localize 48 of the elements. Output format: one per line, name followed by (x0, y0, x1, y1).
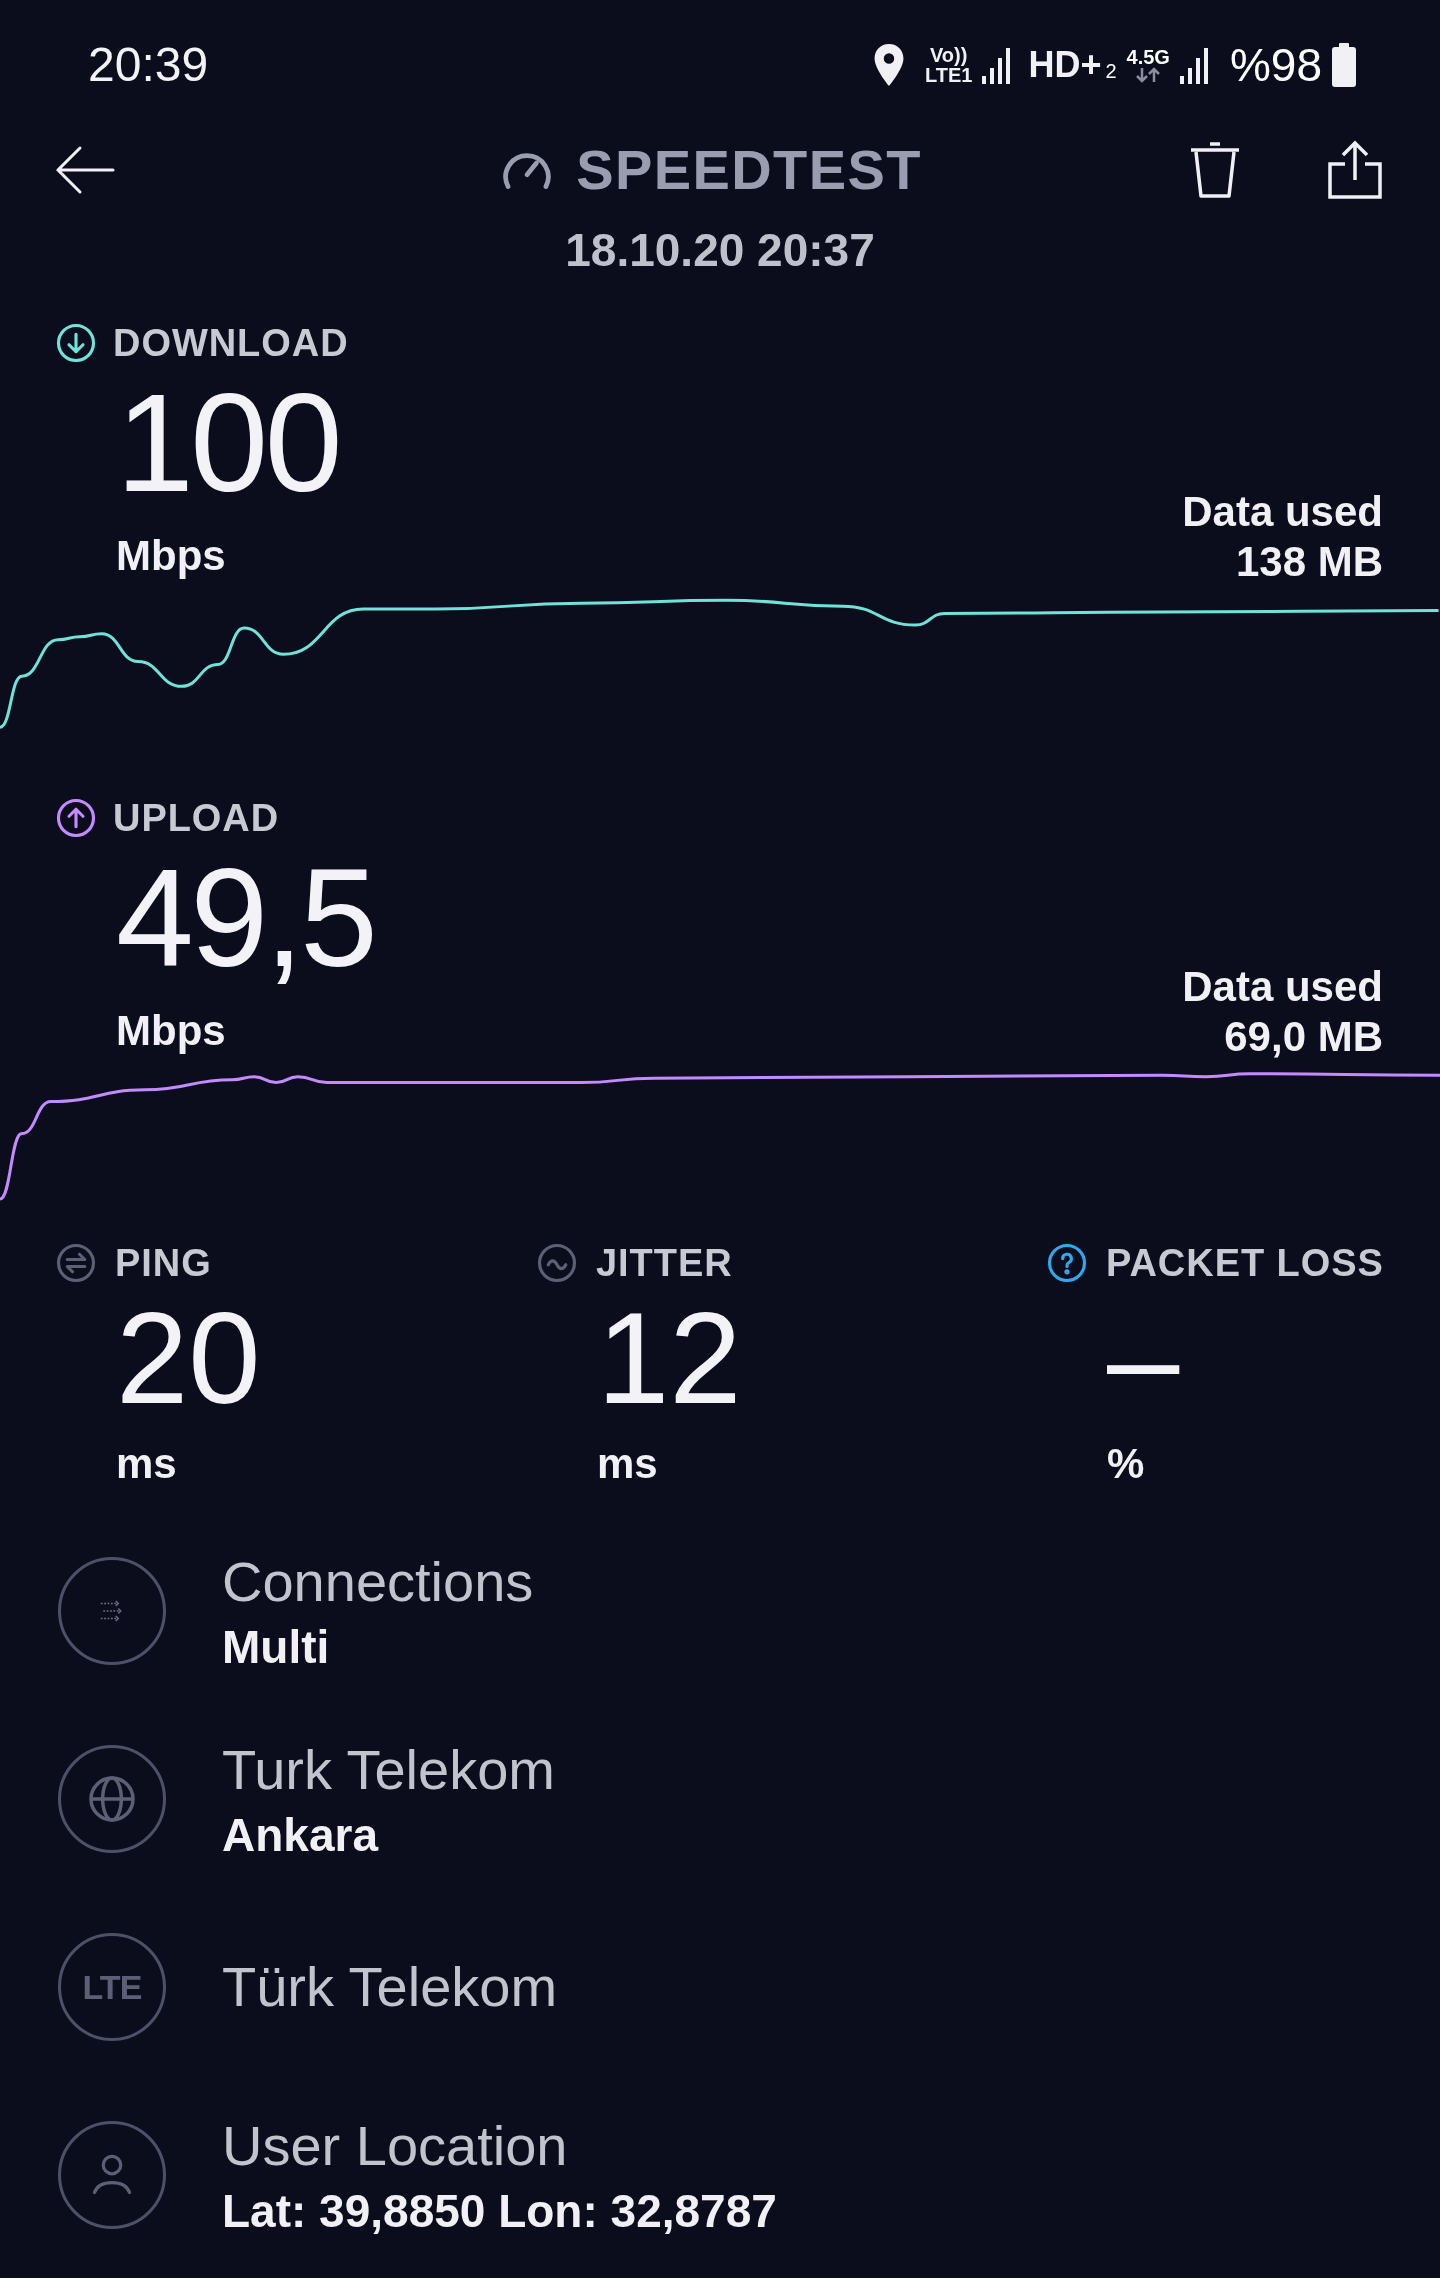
network-type-icon: LTE (58, 1933, 166, 2041)
data-used-value: 138 MB (1235, 537, 1383, 587)
speed-value: 49,5 (116, 843, 375, 993)
detail-value: Multi (222, 1620, 331, 1675)
detail-value: Lat: 39,8850 Lon: 32,8787 (222, 2184, 777, 2239)
sim-number: 2 (1105, 58, 1117, 84)
person-icon (58, 2121, 166, 2229)
globe-icon (58, 1745, 166, 1853)
speed-unit: Mbps (116, 531, 227, 581)
lte-label: LTE1 (925, 65, 973, 85)
app-title: SPEEDTEST (576, 137, 922, 203)
battery-percent: %98 (1229, 37, 1322, 93)
help-icon[interactable] (1046, 1242, 1088, 1284)
data-used-value: 69,0 MB (1224, 1012, 1383, 1062)
metric-unit: % (1106, 1439, 1146, 1489)
data-used-label: Data used (1182, 962, 1383, 1012)
test-date: 18.10.20 20:37 (565, 222, 875, 278)
metric-value: 20 (116, 1293, 261, 1423)
metric-label: PING (115, 1240, 212, 1286)
volte-label: Vo)) (930, 45, 968, 65)
signal-icon (982, 46, 1013, 84)
metric-label: JITTER (596, 1240, 733, 1286)
metric-label: PACKET LOSS (1106, 1240, 1384, 1286)
result-label: DOWNLOAD (113, 320, 349, 366)
detail-title: Türk Telekom (222, 1954, 558, 2020)
ping-icon (55, 1242, 97, 1284)
share-button[interactable] (1325, 140, 1385, 200)
connections-icon (58, 1557, 166, 1665)
detail-title: Turk Telekom (222, 1737, 555, 1803)
wave-icon (536, 1242, 578, 1284)
battery-icon (1332, 43, 1356, 87)
metric-value: – (1107, 1293, 1180, 1423)
detail-value: Ankara (222, 1808, 380, 1863)
detail-title: Connections (222, 1549, 534, 1615)
network-type-label: 4.5G (1126, 47, 1170, 67)
hd-label: HD+ (1028, 43, 1102, 87)
metric-unit: ms (596, 1439, 659, 1489)
detail-title: User Location (222, 2113, 569, 2179)
result-label: UPLOAD (113, 795, 280, 841)
location-pin-icon (873, 44, 905, 86)
speed-value: 100 (116, 368, 340, 518)
metric-unit: ms (115, 1439, 178, 1489)
clock: 20:39 (88, 37, 209, 93)
data-arrows-icon (1135, 67, 1162, 83)
metric-value: 12 (597, 1293, 742, 1423)
data-used-label: Data used (1182, 487, 1383, 537)
signal-icon (1179, 46, 1210, 84)
speed-unit: Mbps (116, 1006, 227, 1056)
